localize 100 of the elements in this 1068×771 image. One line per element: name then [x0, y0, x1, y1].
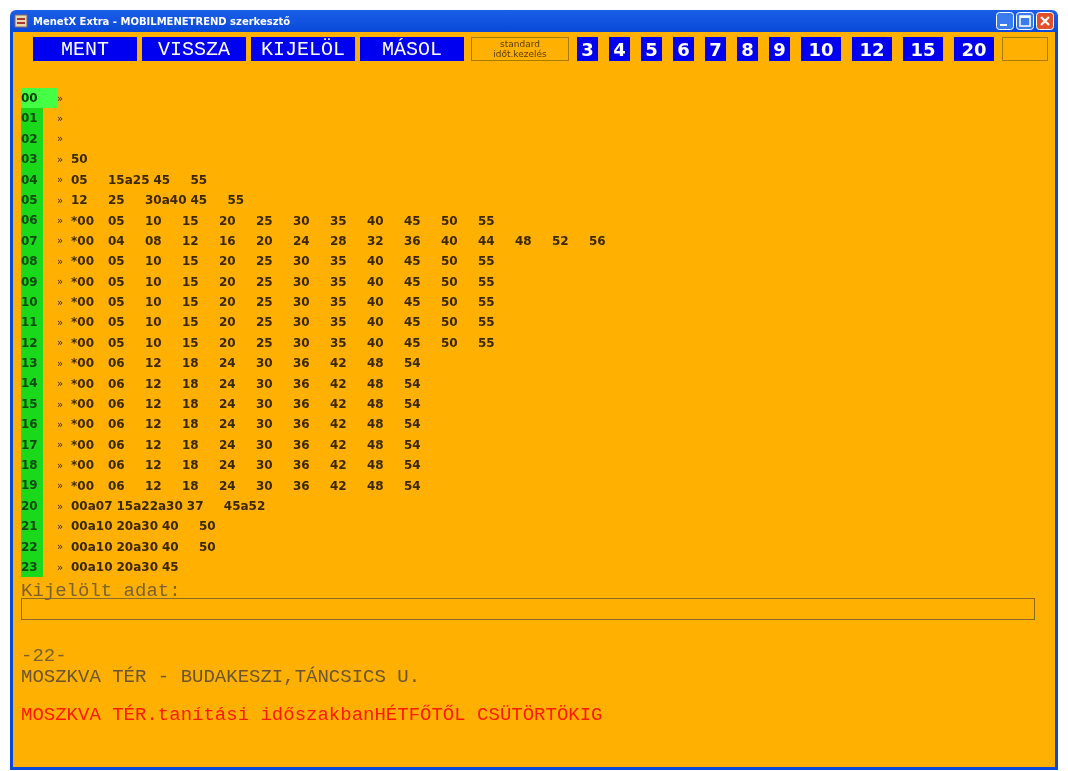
departure-time[interactable]: 36: [293, 355, 330, 372]
departure-time[interactable]: 15: [182, 334, 219, 351]
departure-time[interactable]: *00: [71, 212, 108, 229]
hour-label[interactable]: 21: [21, 516, 43, 537]
departure-time[interactable]: *00: [71, 355, 108, 372]
departure-time[interactable]: 35: [330, 273, 367, 290]
departure-time[interactable]: 20: [219, 253, 256, 270]
departure-time[interactable]: 30: [256, 355, 293, 372]
departure-time[interactable]: 50: [441, 273, 478, 290]
departure-time[interactable]: 45: [404, 253, 441, 270]
departure-time[interactable]: 12: [145, 396, 182, 413]
departure-time[interactable]: 32: [367, 232, 404, 249]
departure-time[interactable]: *00: [71, 314, 108, 331]
departure-time[interactable]: 05: [108, 314, 145, 331]
departure-time[interactable]: 48: [367, 477, 404, 494]
interval-button[interactable]: 3: [577, 37, 598, 61]
departure-time[interactable]: 24: [219, 416, 256, 433]
hour-label[interactable]: 12: [21, 332, 43, 354]
departure-time[interactable]: 05: [71, 171, 108, 188]
departure-time[interactable]: 42: [330, 375, 367, 392]
departure-time[interactable]: 00a07: [71, 498, 117, 514]
departure-time[interactable]: 05: [108, 273, 145, 290]
toolbar-button[interactable]: MENT: [33, 37, 137, 61]
hour-label[interactable]: 03: [21, 149, 43, 170]
departure-time[interactable]: 50: [441, 314, 478, 331]
departure-time[interactable]: 30: [256, 416, 293, 433]
departure-time[interactable]: *00: [71, 416, 108, 433]
departure-time[interactable]: 12: [145, 375, 182, 392]
departure-time[interactable]: 12: [71, 192, 108, 209]
departure-time[interactable]: 40: [367, 314, 404, 331]
departure-time[interactable]: 30: [293, 334, 330, 351]
departure-time[interactable]: 24: [219, 477, 256, 494]
departure-time[interactable]: 10: [145, 212, 182, 229]
departure-time[interactable]: *00: [71, 396, 108, 413]
departure-time[interactable]: 00a10: [71, 538, 117, 555]
departure-time[interactable]: 15: [182, 314, 219, 331]
departure-time[interactable]: 15: [182, 253, 219, 270]
departure-time[interactable]: 55: [478, 314, 515, 331]
departure-time[interactable]: 55: [478, 334, 515, 351]
departure-time[interactable]: 20: [256, 232, 293, 249]
departure-time[interactable]: 06: [108, 416, 145, 433]
hour-label[interactable]: 07: [21, 230, 43, 252]
hour-label[interactable]: 02: [21, 128, 43, 150]
departure-time[interactable]: 12: [145, 436, 182, 453]
departure-time[interactable]: 06: [108, 355, 145, 372]
departure-time[interactable]: 56: [589, 232, 626, 249]
departure-time[interactable]: 37: [186, 498, 224, 514]
departure-time[interactable]: 40: [367, 273, 404, 290]
departure-time[interactable]: 30: [256, 436, 293, 453]
departure-time[interactable]: 48: [367, 396, 404, 413]
departure-time[interactable]: 18: [182, 355, 219, 372]
departure-time[interactable]: 45: [404, 314, 441, 331]
departure-time[interactable]: 36: [293, 416, 330, 433]
hour-label[interactable]: 00: [21, 88, 57, 109]
minimize-icon[interactable]: [996, 12, 1014, 30]
hour-label[interactable]: 05: [21, 189, 43, 211]
departure-time[interactable]: 36: [293, 457, 330, 474]
departure-time[interactable]: 18: [182, 457, 219, 474]
hour-label[interactable]: 01: [21, 108, 43, 129]
departure-time[interactable]: 18: [182, 375, 219, 392]
departure-time[interactable]: 12: [145, 416, 182, 433]
departure-time[interactable]: 35: [330, 294, 367, 311]
departure-time[interactable]: 48: [367, 355, 404, 372]
interval-button[interactable]: 9: [769, 37, 790, 61]
departure-time[interactable]: 25: [256, 273, 293, 290]
interval-button[interactable]: 5: [641, 37, 662, 61]
departure-time[interactable]: 20: [219, 212, 256, 229]
departure-time[interactable]: 40: [367, 294, 404, 311]
departure-time[interactable]: 20a30: [116, 538, 162, 555]
departure-time[interactable]: 50: [441, 253, 478, 270]
interval-button[interactable]: 20: [954, 37, 994, 61]
departure-time[interactable]: 30: [293, 273, 330, 290]
hour-label[interactable]: 20: [21, 495, 43, 517]
departure-time[interactable]: 20a30: [116, 559, 162, 576]
hour-label[interactable]: 15: [21, 393, 43, 415]
departure-time[interactable]: 42: [330, 477, 367, 494]
departure-time[interactable]: 40: [367, 212, 404, 229]
departure-time[interactable]: *00: [71, 375, 108, 392]
departure-time[interactable]: 54: [404, 396, 441, 413]
departure-time[interactable]: 35: [330, 212, 367, 229]
departure-time[interactable]: 54: [404, 436, 441, 453]
toolbar-button[interactable]: KIJELÖL: [251, 37, 355, 61]
departure-time[interactable]: 35: [330, 334, 367, 351]
departure-time[interactable]: 45: [404, 273, 441, 290]
hour-label[interactable]: 06: [21, 210, 43, 231]
interval-button[interactable]: 15: [903, 37, 943, 61]
departure-time[interactable]: 55: [478, 212, 515, 229]
departure-time[interactable]: 15: [182, 212, 219, 229]
departure-time[interactable]: 45: [162, 559, 199, 576]
departure-time[interactable]: 42: [330, 355, 367, 372]
hour-label[interactable]: 08: [21, 251, 43, 272]
departure-time[interactable]: *00: [71, 294, 108, 311]
interval-button[interactable]: 10: [801, 37, 841, 61]
departure-time[interactable]: 24: [219, 375, 256, 392]
departure-time[interactable]: 20a30: [116, 518, 162, 535]
departure-time[interactable]: 48: [367, 375, 404, 392]
toolbar-button[interactable]: VISSZA: [142, 37, 246, 61]
departure-time[interactable]: 40: [367, 334, 404, 351]
hour-label[interactable]: 18: [21, 455, 43, 476]
departure-time[interactable]: 25: [256, 253, 293, 270]
